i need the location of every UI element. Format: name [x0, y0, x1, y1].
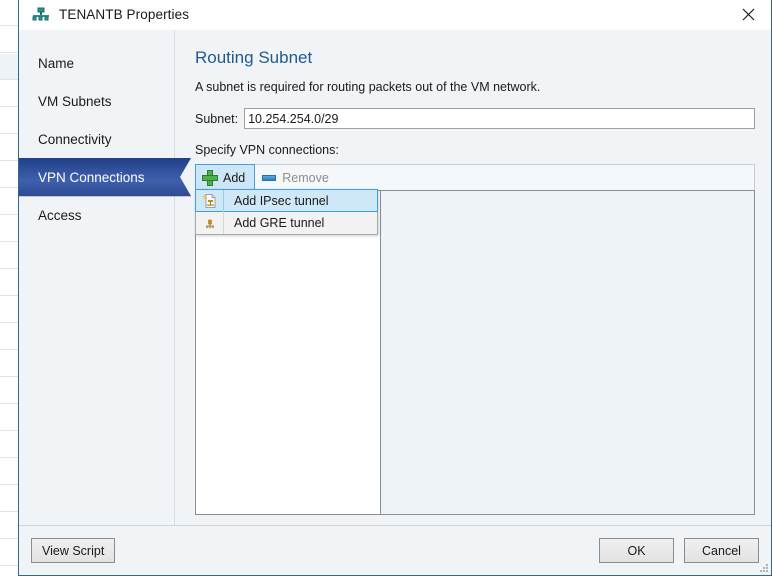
- minus-icon: [261, 170, 277, 186]
- ipsec-tunnel-icon: [196, 190, 224, 211]
- sidebar-item-vm-subnets[interactable]: VM Subnets: [19, 82, 174, 120]
- properties-dialog: TENANTB Properties Name VM Subnets Conne…: [18, 0, 772, 576]
- dialog-content: Routing Subnet A subnet is required for …: [175, 30, 771, 525]
- add-button[interactable]: Add: [195, 164, 256, 191]
- page-description: A subnet is required for routing packets…: [195, 80, 541, 94]
- plus-icon: [202, 169, 218, 186]
- sidebar-item-label: Connectivity: [38, 131, 112, 147]
- page-title: Routing Subnet: [195, 48, 313, 67]
- dialog-title: TENANTB Properties: [59, 7, 190, 22]
- sidebar-item-vpn-connections[interactable]: VPN Connections: [19, 158, 191, 196]
- view-script-button[interactable]: View Script: [31, 538, 116, 563]
- sidebar-item-label: Name: [38, 55, 75, 71]
- sidebar-item-access[interactable]: Access: [19, 196, 174, 234]
- vpn-panel: [195, 190, 755, 515]
- subnet-input[interactable]: [244, 108, 755, 129]
- gre-tunnel-icon: [196, 211, 224, 234]
- dialog-titlebar[interactable]: TENANTB Properties: [19, 0, 771, 30]
- sidebar-item-label: VM Subnets: [38, 93, 112, 109]
- menu-item-add-gre-tunnel[interactable]: Add GRE tunnel: [196, 211, 377, 234]
- subnet-field-row: Subnet:: [195, 108, 755, 129]
- remove-button-label: Remove: [282, 170, 329, 185]
- sidebar-item-connectivity[interactable]: Connectivity: [19, 120, 174, 158]
- sidebar-item-name[interactable]: Name: [19, 44, 174, 82]
- vpn-toolbar: Add Remove: [195, 164, 755, 191]
- vpn-connection-list[interactable]: [196, 191, 381, 514]
- cancel-button[interactable]: Cancel: [684, 538, 759, 563]
- vpn-section-label: Specify VPN connections:: [195, 143, 339, 157]
- resize-grip-icon[interactable]: [757, 561, 769, 573]
- selection-arrow-icon: [180, 158, 191, 196]
- sidebar-item-label: Access: [38, 207, 82, 223]
- menu-item-add-ipsec-tunnel[interactable]: Add IPsec tunnel: [195, 189, 378, 212]
- footer-actions: OK Cancel: [599, 538, 759, 563]
- remove-button[interactable]: Remove: [255, 165, 338, 190]
- network-subnet-icon: [31, 5, 51, 25]
- menu-item-label: Add GRE tunnel: [234, 215, 325, 230]
- add-button-label: Add: [223, 170, 246, 185]
- vpn-panel-wrap: Add IPsec tunnel Add GRE tunnel: [195, 189, 755, 515]
- dialog-footer: View Script OK Cancel: [19, 525, 771, 575]
- sidebar-item-label: VPN Connections: [38, 169, 145, 185]
- menu-item-label: Add IPsec tunnel: [234, 193, 329, 208]
- ok-button[interactable]: OK: [599, 538, 674, 563]
- subnet-label: Subnet:: [195, 111, 239, 126]
- vpn-connection-details: [381, 191, 754, 514]
- close-icon[interactable]: [726, 0, 771, 29]
- add-dropdown-menu: Add IPsec tunnel Add GRE tunnel: [195, 189, 378, 235]
- dialog-sidebar: Name VM Subnets Connectivity VPN Connect…: [19, 30, 191, 525]
